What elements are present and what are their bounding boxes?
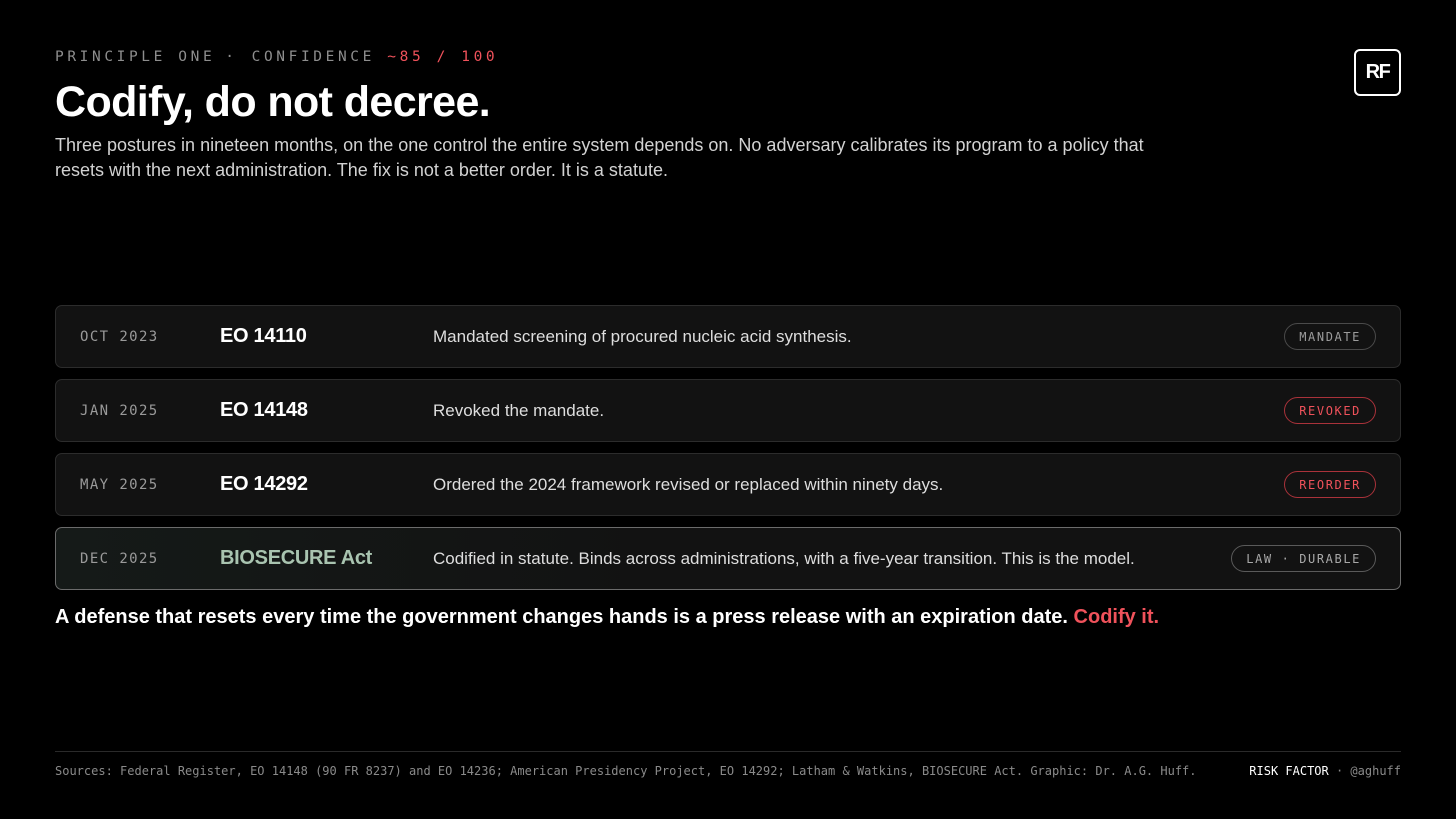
risk-factor-logo: RF [1354,49,1401,96]
conclusion-callout: A defense that resets every time the gov… [55,606,1159,629]
row-order-name: EO 14110 [220,325,307,347]
eyebrow: PRINCIPLE ONE · CONFIDENCE ~85 / 100 [55,49,498,65]
row-description: Codified in statute. Binds across admini… [433,548,1135,568]
status-badge-mandate: MANDATE [1284,323,1376,350]
footer-divider [55,751,1401,752]
timeline-row-eo-14110: OCT 2023 EO 14110 Mandated screening of … [55,305,1401,368]
timeline-row-eo-14292: MAY 2025 EO 14292 Ordered the 2024 frame… [55,453,1401,516]
page-title: Codify, do not decree. [55,78,491,126]
row-date: OCT 2023 [80,328,159,345]
page-subtitle: Three postures in nineteen months, on th… [55,135,1144,180]
eyebrow-separator: · [225,49,238,65]
eyebrow-principle: PRINCIPLE ONE [55,49,216,65]
footer-sources: Sources: Federal Register, EO 14148 (90 … [55,764,1197,778]
callout-text: A defense that resets every time the gov… [55,606,1068,628]
row-order-name: BIOSECURE Act [220,547,373,569]
eyebrow-confidence-label: CONFIDENCE [251,49,375,65]
row-description: Mandated screening of procured nucleic a… [433,326,852,346]
row-order-name: EO 14148 [220,399,308,421]
row-description: Ordered the 2024 framework revised or re… [433,474,944,494]
row-date: JAN 2025 [80,402,159,419]
callout-accent: Codify it. [1073,606,1160,628]
status-badge-revoked: REVOKED [1284,397,1376,424]
row-date: MAY 2025 [80,476,159,493]
footer-credit: RISK FACTOR · @aghuff [1249,764,1401,778]
timeline-row-biosecure-act: DEC 2025 BIOSECURE Act Codified in statu… [55,527,1401,590]
row-description: Revoked the mandate. [433,400,605,420]
timeline-row-eo-14148: JAN 2025 EO 14148 Revoked the mandate. R… [55,379,1401,442]
footer: Sources: Federal Register, EO 14148 (90 … [55,764,1401,778]
status-badge-law-durable: LAW · DURABLE [1231,545,1376,572]
row-order-name: EO 14292 [220,473,308,495]
confidence-score: ~85 / 100 [387,49,499,65]
status-badge-reorder: REORDER [1284,471,1376,498]
footer-brand: RISK FACTOR [1249,764,1329,778]
row-date: DEC 2025 [80,550,159,567]
timeline-list: OCT 2023 EO 14110 Mandated screening of … [55,305,1401,601]
footer-handle: · @aghuff [1328,764,1401,778]
